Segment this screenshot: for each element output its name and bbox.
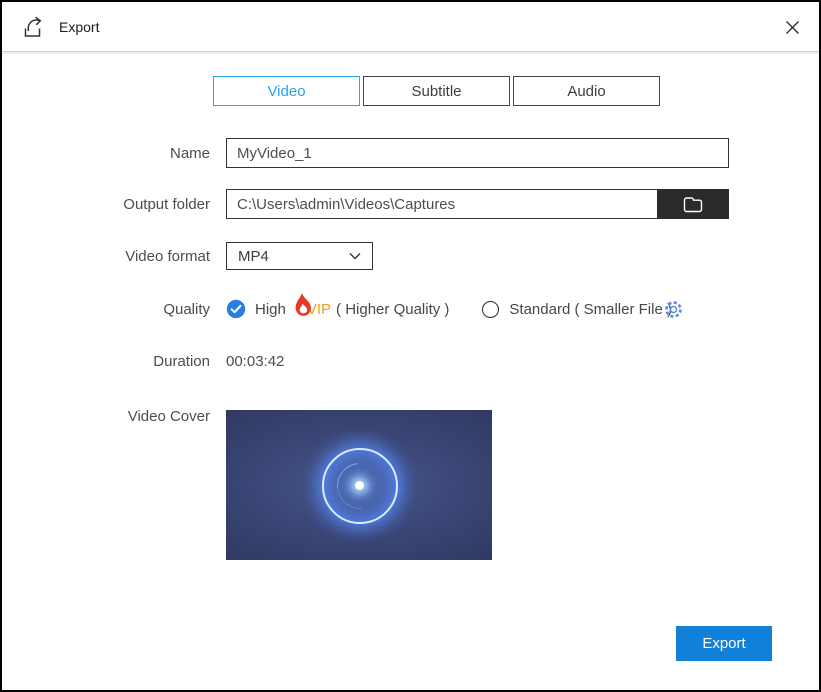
video-format-value: MP4 <box>238 247 269 265</box>
tab-subtitle[interactable]: Subtitle <box>363 76 510 106</box>
close-icon <box>785 20 800 35</box>
dialog-title: Export <box>59 18 100 35</box>
duration-label: Duration <box>153 353 210 370</box>
quality-high-text: High <box>255 300 286 318</box>
radio-checked-icon <box>226 299 246 319</box>
radio-unchecked-icon <box>482 300 500 318</box>
chevron-down-icon <box>349 252 361 260</box>
folder-icon <box>681 194 706 215</box>
output-folder-input[interactable] <box>226 189 657 219</box>
output-folder-label: Output folder <box>123 196 210 213</box>
video-format-label: Video format <box>125 248 210 265</box>
gear-icon <box>662 298 685 321</box>
quality-option-standard[interactable]: Standard ( Smaller File ) <box>482 300 672 318</box>
export-button[interactable]: Export <box>676 626 772 661</box>
tab-audio[interactable]: Audio <box>513 76 660 106</box>
export-type-tabs: Video Subtitle Audio <box>213 76 660 106</box>
quality-settings-button[interactable] <box>661 297 685 321</box>
title-bar: Export <box>2 2 819 52</box>
browse-folder-button[interactable] <box>657 189 729 219</box>
quality-options: High VIP ( Higher Quality ) Standard ( S… <box>226 292 672 324</box>
video-cover-thumbnail <box>226 410 492 560</box>
export-dialog: Export Video Subtitle Audio Name Output … <box>0 0 821 692</box>
export-arrow-icon <box>20 14 46 40</box>
tab-video[interactable]: Video <box>213 76 360 106</box>
video-format-select[interactable]: MP4 <box>226 242 373 270</box>
flame-icon <box>291 292 314 319</box>
quality-option-high[interactable]: High VIP ( Higher Quality ) <box>226 292 450 323</box>
output-folder-field <box>226 189 729 219</box>
cover-light-core <box>354 480 364 490</box>
quality-standard-text: Standard ( Smaller File ) <box>509 300 672 318</box>
name-input[interactable] <box>226 138 729 168</box>
quality-label: Quality <box>163 301 210 318</box>
close-button[interactable] <box>780 15 804 39</box>
video-cover-label: Video Cover <box>127 408 210 425</box>
quality-high-suffix: ( Higher Quality ) <box>336 300 450 318</box>
name-label: Name <box>169 145 210 162</box>
duration-value: 00:03:42 <box>226 353 285 370</box>
